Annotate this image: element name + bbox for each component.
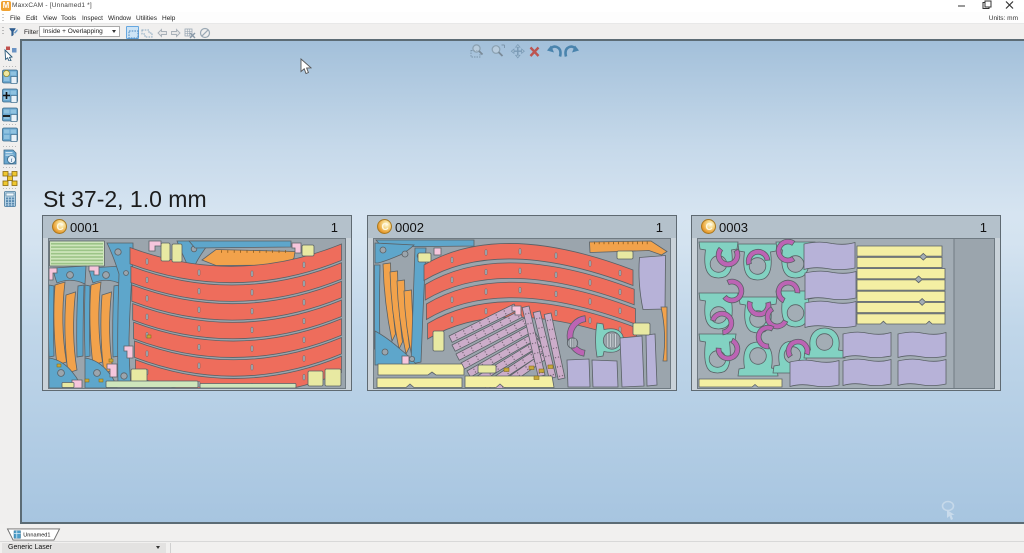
svg-text:i: i <box>11 157 13 164</box>
svg-text:Unnamed1: Unnamed1 <box>23 532 50 538</box>
